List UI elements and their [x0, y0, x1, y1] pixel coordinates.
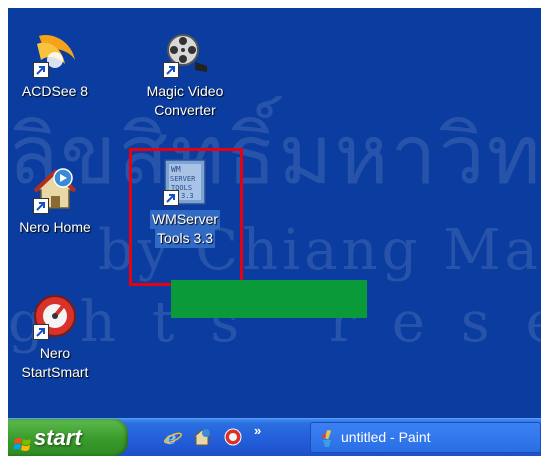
highlight-box: [129, 148, 243, 286]
nero-icon[interactable]: [192, 427, 212, 447]
taskbar: start e » untitled - Paint: [8, 418, 541, 456]
desktop-icon-label: Converter: [154, 102, 216, 118]
desktop-icon-label: StartSmart: [21, 364, 89, 380]
internet-explorer-icon[interactable]: e: [163, 427, 183, 449]
quick-launch-overflow-button[interactable]: »: [254, 423, 261, 438]
film-reel-icon: [161, 30, 209, 78]
shortcut-arrow-icon: [33, 198, 49, 214]
paint-icon: [320, 429, 336, 458]
shortcut-arrow-icon: [33, 324, 49, 340]
taskbar-button-label: untitled - Paint: [341, 429, 431, 445]
windows-flag-icon: [13, 428, 32, 463]
shortcut-arrow-icon: [163, 62, 179, 78]
taskbar-button-paint[interactable]: untitled - Paint: [310, 422, 541, 453]
shortcut-arrow-icon: [33, 62, 49, 78]
desktop-icon-label: Magic Video: [146, 83, 224, 99]
start-button[interactable]: start: [8, 419, 128, 456]
start-label: start: [34, 425, 82, 450]
desktop-icon-acdsee[interactable]: ACDSee 8: [8, 30, 105, 101]
green-bar: [171, 280, 367, 318]
desktop-icon-label: ACDSee 8: [21, 83, 89, 99]
desktop-icon-label: Nero: [39, 345, 71, 361]
nero-startsmart-icon: [31, 292, 79, 340]
desktop-icon-label: Nero Home: [19, 219, 91, 235]
window-frame: ลิขสิทธิ์มหาวิทยาลัยเชียงใหม่ by Chiang …: [0, 0, 549, 463]
desktop[interactable]: ลิขสิทธิ์มหาวิทยาลัยเชียงใหม่ by Chiang …: [8, 8, 541, 418]
red-app-icon[interactable]: [223, 427, 243, 447]
desktop-icon-nero-home[interactable]: Nero Home: [8, 166, 105, 237]
nero-home-icon: [31, 166, 79, 214]
desktop-icon-magic-video-converter[interactable]: Magic Video Converter: [135, 30, 235, 120]
acdsee-icon: [31, 30, 79, 78]
desktop-icon-nero-startsmart[interactable]: Nero StartSmart: [8, 292, 105, 382]
